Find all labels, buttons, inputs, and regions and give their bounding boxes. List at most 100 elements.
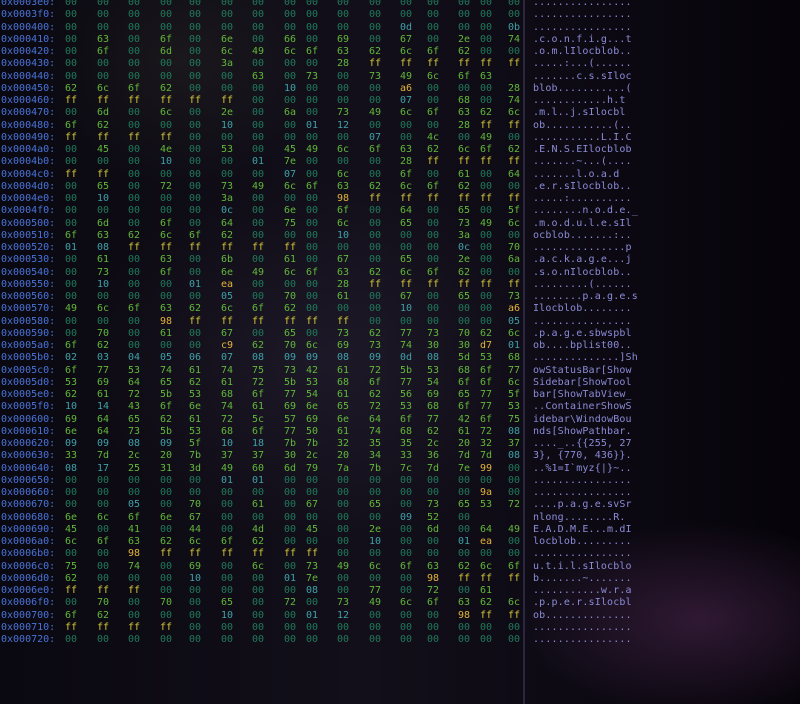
hex-byte: 67 bbox=[337, 254, 350, 266]
hex-byte: 00 bbox=[160, 523, 173, 535]
row-address: 0x000690: bbox=[1, 523, 56, 535]
hex-byte: 00 bbox=[369, 511, 382, 523]
hex-byte: 00 bbox=[189, 621, 202, 633]
hex-byte: ff bbox=[458, 572, 471, 584]
hexdump-row: 0x0004a0: 00 45 00 4e 00 53 00 45 49 6c 6f 63 62 6c 6f 6… bbox=[0, 144, 800, 156]
hex-byte: 64 bbox=[508, 168, 521, 180]
hex-byte: ff bbox=[284, 242, 297, 253]
hex-byte: 62 bbox=[252, 536, 265, 547]
hex-byte: 00 bbox=[369, 82, 382, 94]
hex-byte: 32 bbox=[337, 438, 350, 449]
hex-byte: 75 bbox=[65, 560, 78, 572]
hex-byte: 00 bbox=[369, 621, 382, 633]
hex-byte: ff bbox=[65, 585, 78, 596]
hex-byte: 00 bbox=[480, 315, 493, 327]
hex-byte: 77 bbox=[480, 389, 493, 400]
hex-byte: 41 bbox=[128, 523, 141, 535]
hex-byte: 00 bbox=[458, 131, 471, 143]
hex-byte: 07 bbox=[284, 168, 297, 180]
hex-byte: 00 bbox=[252, 278, 265, 290]
hex-byte: 37 bbox=[252, 450, 265, 462]
hex-byte: 00 bbox=[252, 621, 265, 633]
row-ascii: .......l.o.a.d bbox=[533, 168, 620, 180]
hex-byte: 63 bbox=[458, 107, 471, 119]
hexdump-row: 0x000490: ff ff ff ff 00 00 00 00 00 00 07 00 4c 00 49 0… bbox=[0, 132, 800, 144]
hex-byte: 31 bbox=[160, 462, 173, 474]
hexdump-row: 0x0004c0: ff ff 00 00 00 00 00 07 00 6c 00 6f 00 61 00 6… bbox=[0, 169, 800, 181]
hex-byte: 00 bbox=[189, 634, 202, 645]
hex-byte: 61 bbox=[458, 425, 471, 437]
hex-byte: 75 bbox=[284, 217, 297, 229]
hex-byte: 01 bbox=[189, 278, 202, 290]
hex-byte: 63 bbox=[128, 536, 141, 547]
hex-byte: 62 bbox=[458, 560, 471, 572]
hex-byte: ff bbox=[97, 95, 110, 106]
row-ascii: ................ bbox=[533, 621, 632, 633]
hex-byte: 49 bbox=[480, 131, 493, 143]
hex-byte: 5d bbox=[458, 352, 471, 364]
row-ascii: .....:...(...... bbox=[533, 58, 632, 70]
hex-byte: 00 bbox=[252, 634, 265, 645]
hex-byte: 49 bbox=[252, 180, 265, 192]
hex-byte: 53 bbox=[65, 376, 78, 388]
hex-byte: 63 bbox=[160, 303, 173, 315]
hex-byte: 62 bbox=[369, 266, 382, 278]
hex-byte: 00 bbox=[369, 291, 382, 302]
hex-byte: 00 bbox=[480, 46, 493, 57]
hex-byte: 00 bbox=[189, 21, 202, 33]
row-address: 0x000590: bbox=[1, 327, 56, 339]
hexdump-row: 0x000540: 00 73 00 6f 00 6e 49 6c 6f 63 62 6c 6f 62 00 0… bbox=[0, 267, 800, 279]
hex-byte: 00 bbox=[427, 0, 440, 8]
hex-byte: 00 bbox=[400, 499, 413, 511]
hex-byte: 00 bbox=[369, 315, 382, 327]
hex-byte: 00 bbox=[458, 9, 471, 21]
hex-byte: 62 bbox=[480, 107, 493, 119]
hex-byte: 00 bbox=[306, 131, 319, 143]
hex-byte: 62 bbox=[189, 376, 202, 388]
hex-byte: 49 bbox=[252, 46, 265, 57]
row-address: 0x000480: bbox=[1, 119, 56, 131]
hex-byte: 00 bbox=[369, 168, 382, 180]
hex-byte: 74 bbox=[221, 364, 234, 376]
row-ascii: .......~...(.... bbox=[533, 156, 632, 168]
hex-byte: 72 bbox=[252, 376, 265, 388]
hex-byte: 00 bbox=[369, 33, 382, 45]
hexdump-row: 0x000550: 00 10 00 00 01 ea 00 00 00 28 ff ff ff ff ff f… bbox=[0, 279, 800, 291]
hex-byte: 00 bbox=[427, 21, 440, 33]
hex-byte: 00 bbox=[128, 119, 141, 131]
hex-byte: 08 bbox=[97, 242, 110, 253]
hex-byte: 00 bbox=[128, 156, 141, 168]
hex-byte: ff bbox=[160, 131, 173, 143]
hex-byte: 17 bbox=[97, 462, 110, 474]
hex-byte: 00 bbox=[189, 193, 202, 204]
hex-byte: ff bbox=[480, 193, 493, 204]
hex-byte: 00 bbox=[480, 291, 493, 302]
hex-byte: 00 bbox=[189, 107, 202, 119]
hex-byte: 00 bbox=[252, 487, 265, 498]
hex-byte: 74 bbox=[221, 401, 234, 413]
hex-byte: ff bbox=[306, 548, 319, 560]
hex-byte: 00 bbox=[97, 58, 110, 70]
hex-byte: 00 bbox=[252, 217, 265, 229]
hex-byte: 61 bbox=[337, 291, 350, 302]
hex-byte: 70 bbox=[284, 291, 297, 302]
hex-byte: 01 bbox=[252, 474, 265, 486]
hex-byte: 6f bbox=[160, 401, 173, 413]
hex-byte: 00 bbox=[189, 266, 202, 278]
hex-byte: 6f bbox=[97, 536, 110, 547]
hex-byte: 00 bbox=[427, 536, 440, 547]
hex-byte: 00 bbox=[427, 609, 440, 621]
hex-byte: 6c bbox=[400, 46, 413, 57]
hex-byte: 00 bbox=[252, 609, 265, 621]
hex-byte: 00 bbox=[400, 487, 413, 498]
hex-byte: 6d bbox=[97, 217, 110, 229]
hexdump-row: 0x000430: 00 00 00 00 00 3a 00 00 00 28 ff ff ff ff ff f… bbox=[0, 58, 800, 70]
hex-byte: 08 bbox=[427, 352, 440, 364]
hex-byte: 49 bbox=[480, 217, 493, 229]
hex-byte: 61 bbox=[97, 254, 110, 266]
hex-byte: 00 bbox=[427, 95, 440, 106]
row-address: 0x0004c0: bbox=[1, 168, 56, 180]
hex-byte: 32 bbox=[480, 438, 493, 449]
hex-byte: 00 bbox=[458, 0, 471, 8]
row-ascii: .E.N.S.EIlocblob bbox=[533, 144, 632, 155]
